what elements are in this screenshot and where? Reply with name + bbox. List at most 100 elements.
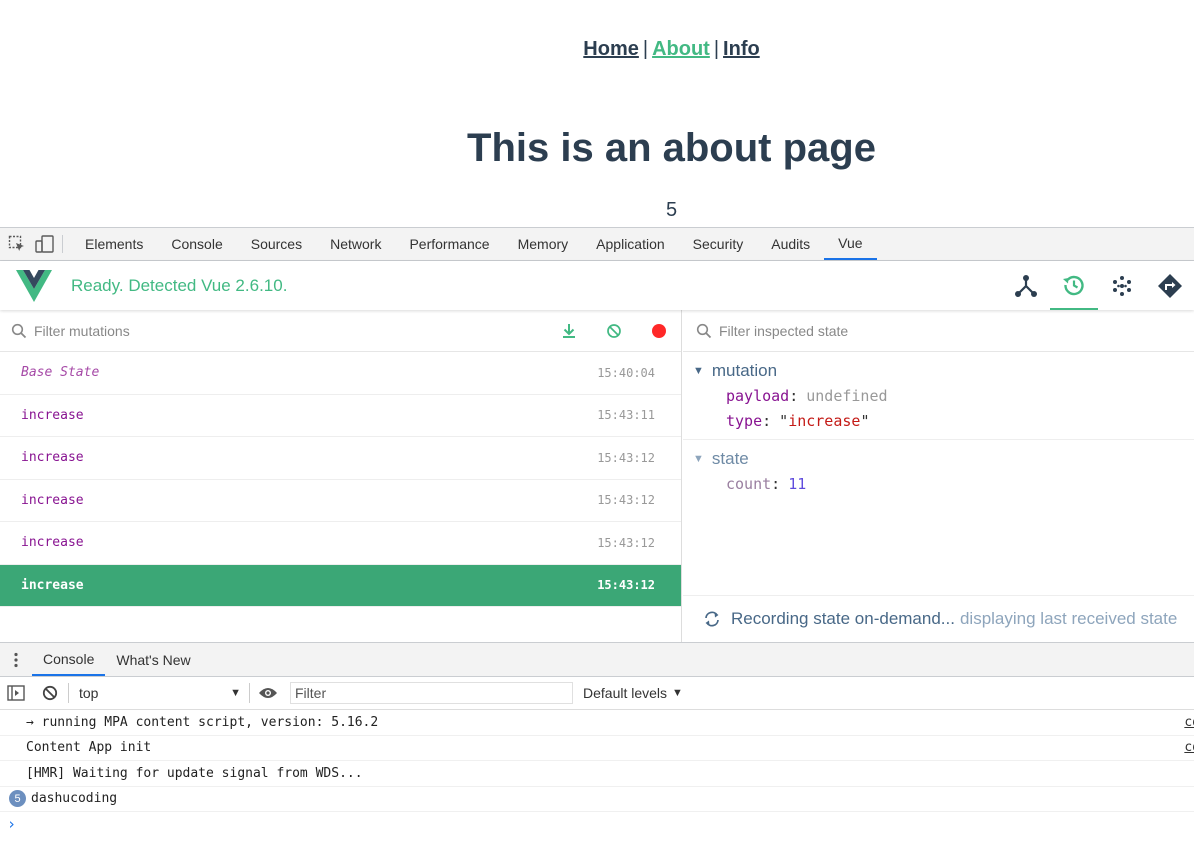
tab-vue[interactable]: Vue	[824, 228, 877, 260]
mutation-section-toggle[interactable]: ▼ mutation	[693, 359, 1194, 383]
console-toolbar: top ▼ Filter Default levels ▼	[0, 677, 1194, 710]
search-icon	[11, 323, 27, 338]
tab-console[interactable]: Console	[157, 228, 236, 260]
drawer-tab-bar: Console What's New	[0, 642, 1194, 677]
tab-performance[interactable]: Performance	[395, 228, 503, 260]
dropdown-arrow-icon: ▼	[230, 687, 241, 699]
sidebar-toggle-icon[interactable]	[0, 685, 32, 701]
nav-link-home[interactable]: Home	[583, 38, 639, 60]
mutation-section: ▼ mutation payload: undefined type: " incre…	[683, 352, 1194, 440]
mutation-name: increase	[21, 535, 84, 551]
console-message-text: [HMR] Waiting for update signal from WDS…	[26, 765, 363, 781]
nav-link-about[interactable]: About	[652, 38, 710, 60]
console-prompt[interactable]: ›	[0, 812, 1194, 836]
mutation-time: 15:43:12	[597, 578, 655, 593]
components-icon[interactable]	[1002, 261, 1050, 310]
toolbar-divider	[62, 235, 63, 253]
inspect-element-icon[interactable]	[6, 228, 28, 260]
mutation-time: 15:43:12	[597, 535, 655, 550]
mutations-actions	[546, 323, 681, 339]
drawer-tab-whats-new[interactable]: What's New	[105, 643, 201, 676]
count-field: count:11	[726, 474, 807, 493]
console-message: → running MPA content script, version: 5…	[0, 710, 1194, 736]
revert-all-icon[interactable]	[591, 323, 636, 339]
console-log: → running MPA content script, version: 5…	[0, 710, 1194, 859]
state-section: ▼ state count:11	[683, 440, 1194, 502]
recording-status: Recording state on-demand... displaying …	[683, 595, 1194, 642]
tab-network[interactable]: Network	[316, 228, 395, 260]
drawer-tab-console[interactable]: Console	[32, 643, 106, 676]
prompt-chevron-icon: ›	[7, 815, 17, 833]
log-levels-dropdown[interactable]: Default levels ▼	[583, 685, 683, 701]
mutation-section-title: mutation	[711, 361, 778, 380]
mutation-row[interactable]: increase 15:43:12	[0, 437, 681, 480]
devtools-tab-bar: Elements Console Sources Network Perform…	[0, 227, 1194, 261]
state-section-title: state	[711, 449, 749, 468]
context-value: top	[79, 685, 99, 701]
mutation-name: increase	[21, 450, 84, 466]
console-filter-input[interactable]: Filter	[290, 682, 573, 704]
mutation-time: 15:43:11	[597, 408, 655, 423]
mutation-time: 15:43:12	[597, 450, 655, 465]
tab-elements[interactable]: Elements	[71, 228, 157, 260]
main-nav: Home | About | Info	[0, 38, 1194, 61]
console-filter-placeholder: Filter	[295, 685, 327, 701]
nav-link-info[interactable]: Info	[723, 38, 760, 60]
mutations-pane: Filter mutations Base State 15:40:04 inc…	[0, 310, 682, 642]
mutation-name: increase	[21, 407, 84, 423]
device-toolbar-icon[interactable]	[34, 228, 56, 260]
more-options-icon[interactable]	[0, 643, 32, 676]
dropdown-arrow-icon: ▼	[672, 687, 683, 699]
routing-icon[interactable]	[1146, 261, 1194, 310]
tab-memory[interactable]: Memory	[504, 228, 583, 260]
mutation-row[interactable]: increase 15:43:12	[0, 522, 681, 565]
history-icon[interactable]	[1050, 261, 1098, 310]
mutation-time: 15:40:04	[597, 365, 655, 380]
clear-console-icon[interactable]	[32, 685, 68, 701]
inspector-filter[interactable]: Filter inspected state	[683, 310, 1194, 352]
tab-sources[interactable]: Sources	[237, 228, 316, 260]
tab-application[interactable]: Application	[582, 228, 679, 260]
app-page: Home | About | Info This is an about page 5	[0, 0, 1194, 227]
console-message-text: Content App init	[26, 740, 152, 756]
live-expression-eye-icon[interactable]	[250, 686, 286, 700]
console-message-source[interactable]: co	[1184, 740, 1194, 755]
payload-field: payload: undefined	[726, 386, 888, 405]
recording-main-text: Recording state on-demand...	[731, 609, 955, 628]
mutation-row[interactable]: increase 15:43:12	[0, 480, 681, 522]
console-message-source[interactable]: co	[1184, 715, 1194, 730]
record-icon[interactable]	[636, 323, 681, 339]
console-message-text: dashucoding	[31, 791, 118, 807]
context-selector[interactable]: top ▼	[69, 685, 249, 701]
vue-view-switcher	[1002, 261, 1194, 310]
nav-separator: |	[642, 38, 649, 60]
tab-security[interactable]: Security	[679, 228, 758, 260]
console-message: 5 dashucoding	[0, 787, 1194, 812]
type-field: type: " increase "	[726, 411, 870, 430]
caret-down-icon: ▼	[693, 453, 704, 465]
mutations-list: Base State 15:40:04 increase 15:43:11 in…	[0, 352, 681, 607]
mutation-name: increase	[21, 492, 84, 508]
state-inspector-pane: Filter inspected state ▼ mutation payloa…	[683, 310, 1194, 642]
page-title: This is an about page	[467, 126, 876, 170]
console-message: Content App init co	[0, 736, 1194, 761]
mutation-row-selected[interactable]: increase 15:43:12	[0, 564, 681, 607]
mutation-time: 15:43:12	[597, 493, 655, 508]
mutation-row[interactable]: increase 15:43:11	[0, 395, 681, 437]
events-icon[interactable]	[1098, 261, 1146, 310]
type-value: increase	[788, 411, 861, 430]
log-levels-label: Default levels	[583, 685, 668, 701]
mutation-name: increase	[21, 577, 84, 593]
count-value: 5	[665, 199, 678, 221]
mutations-filter[interactable]: Filter mutations	[0, 310, 681, 352]
refresh-icon[interactable]	[703, 610, 721, 628]
inspector-filter-placeholder: Filter inspected state	[719, 322, 849, 339]
payload-key: payload	[726, 386, 790, 405]
state-section-toggle[interactable]: ▼ state	[693, 447, 1194, 471]
commit-all-icon[interactable]	[546, 323, 591, 339]
console-message-text: → running MPA content script, version: 5…	[26, 714, 379, 730]
tab-audits[interactable]: Audits	[757, 228, 824, 260]
type-key: type	[726, 411, 763, 430]
mutation-row[interactable]: Base State 15:40:04	[0, 352, 681, 395]
count-key: count	[726, 474, 772, 493]
